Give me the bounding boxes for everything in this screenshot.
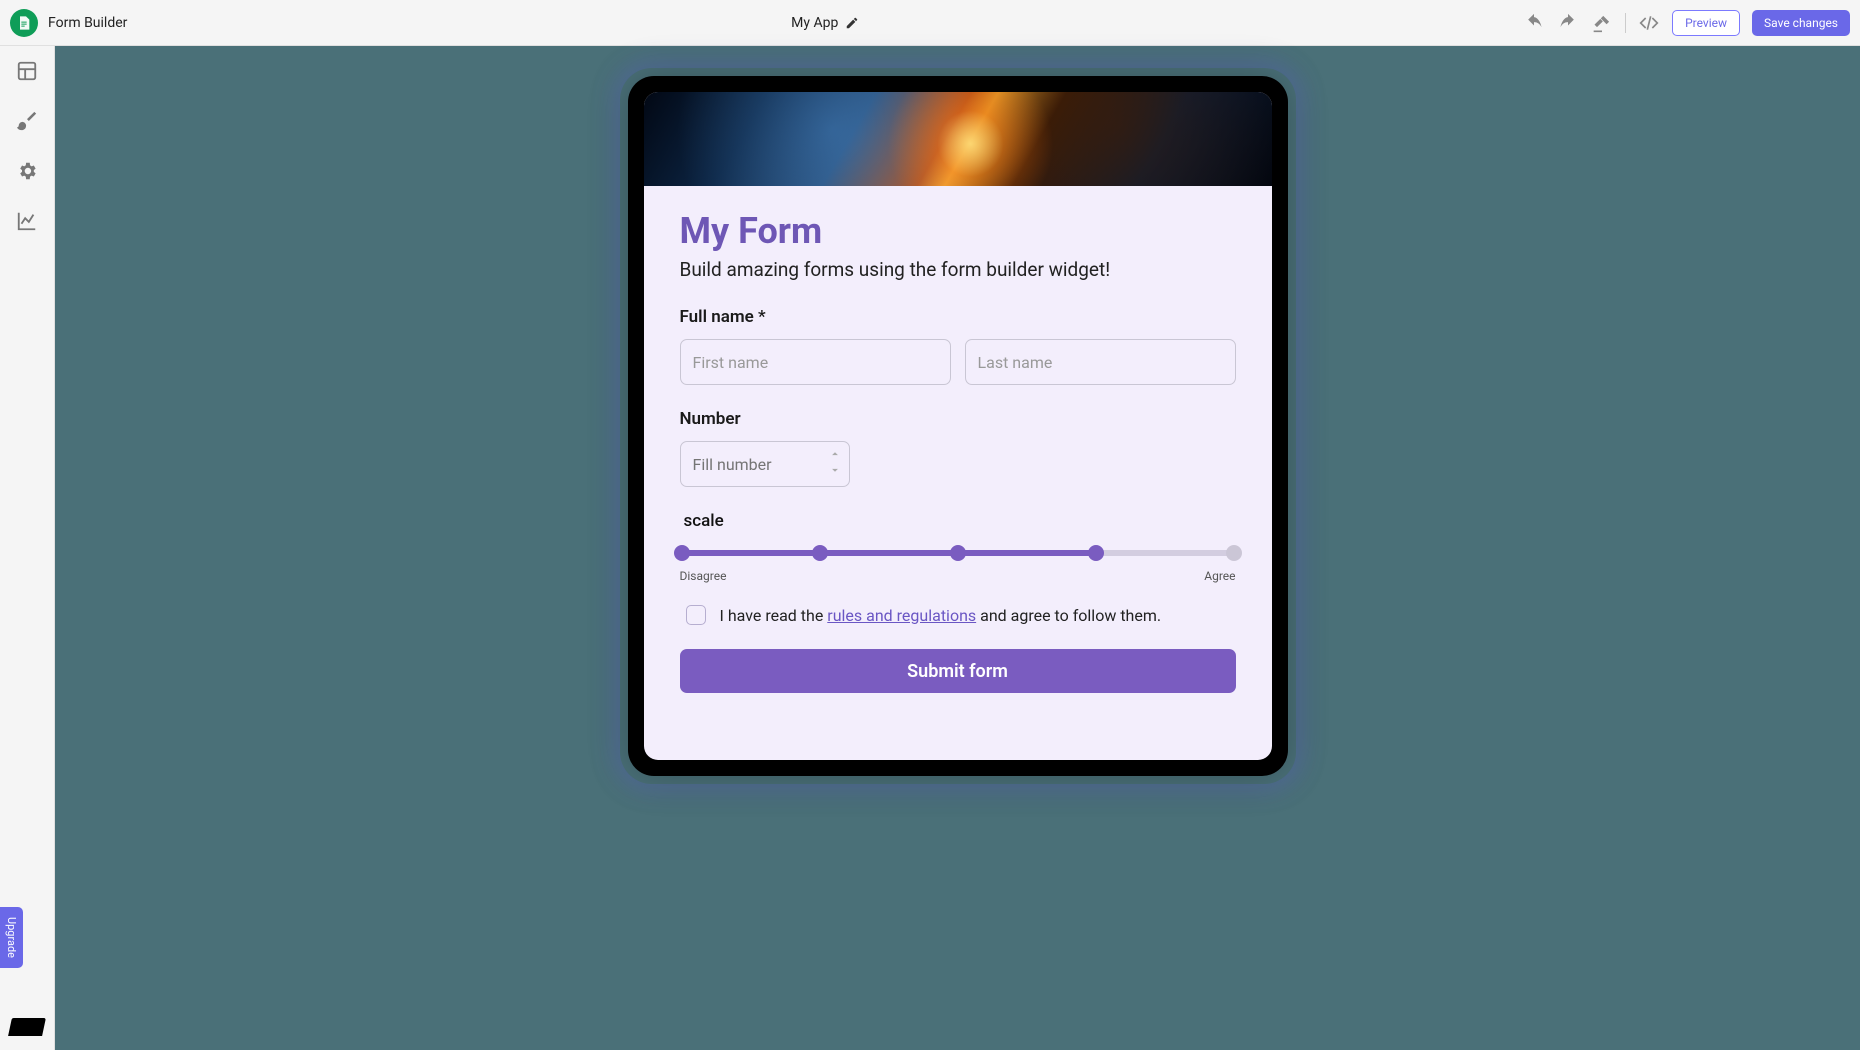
tablet-screen: My Form Build amazing forms using the fo… (644, 92, 1272, 760)
number-input[interactable] (680, 441, 850, 487)
scale-slider[interactable] (682, 545, 1234, 561)
submit-button[interactable]: Submit form (680, 649, 1236, 693)
preview-button[interactable]: Preview (1672, 10, 1740, 36)
save-changes-button[interactable]: Save changes (1752, 10, 1850, 36)
layout-icon[interactable] (16, 60, 38, 82)
chevron-down-icon[interactable] (828, 463, 842, 477)
first-name-input[interactable] (680, 339, 951, 385)
full-name-label: Full name * (680, 307, 1236, 327)
redo-icon[interactable] (1557, 12, 1579, 34)
scale-dot-3[interactable] (950, 545, 966, 561)
code-icon[interactable] (1638, 12, 1660, 34)
divider (1625, 13, 1626, 33)
brush-icon[interactable] (16, 110, 38, 132)
terms-link[interactable]: rules and regulations (827, 606, 976, 625)
product-title: Form Builder (48, 15, 127, 31)
terms-checkbox[interactable] (686, 605, 706, 625)
scale-left-label: Disagree (680, 569, 727, 583)
gear-icon[interactable] (16, 160, 38, 182)
form-body: My Form Build amazing forms using the fo… (644, 186, 1272, 760)
scale-dot-5[interactable] (1226, 545, 1242, 561)
form-title: My Form (680, 210, 1236, 252)
scale-label: scale (684, 511, 1236, 531)
scale-dot-4[interactable] (1088, 545, 1104, 561)
chevron-up-icon[interactable] (828, 447, 842, 461)
product-logo (10, 9, 38, 37)
form-hero-image (644, 92, 1272, 186)
pencil-icon[interactable] (845, 16, 859, 30)
canvas[interactable]: My Form Build amazing forms using the fo… (55, 46, 1860, 1050)
scale-dot-2[interactable] (812, 545, 828, 561)
number-label: Number (680, 409, 1236, 429)
tablet-frame[interactable]: My Form Build amazing forms using the fo… (628, 76, 1288, 776)
topbar: Form Builder My App Preview Save changes (0, 0, 1860, 46)
gavel-icon[interactable] (1591, 12, 1613, 34)
last-name-input[interactable] (965, 339, 1236, 385)
scale-right-label: Agree (1204, 569, 1235, 583)
left-rail: Upgrade (0, 46, 55, 1050)
terminal-icon[interactable] (8, 1018, 46, 1036)
chart-icon[interactable] (16, 210, 38, 232)
upgrade-button[interactable]: Upgrade (0, 907, 23, 968)
undo-icon[interactable] (1523, 12, 1545, 34)
app-name[interactable]: My App (791, 15, 838, 31)
terms-text: I have read the rules and regulations an… (720, 606, 1162, 625)
scale-dot-1[interactable] (674, 545, 690, 561)
form-subtitle: Build amazing forms using the form build… (680, 258, 1236, 281)
